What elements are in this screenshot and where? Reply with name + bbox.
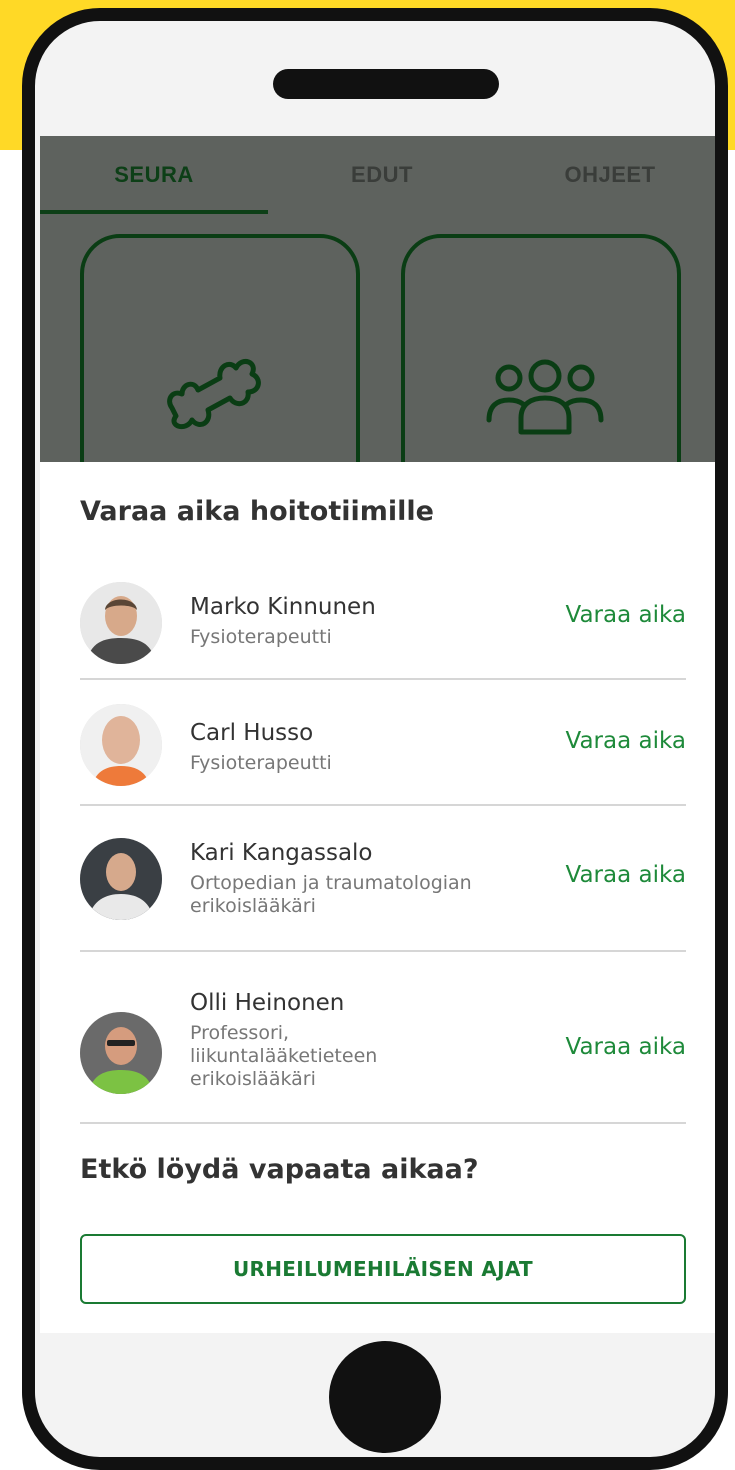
top-tabs: SEURA EDUT OHJEET (40, 136, 715, 214)
avatar (80, 704, 162, 786)
active-tab-indicator (40, 210, 268, 214)
tab-ohjeet[interactable]: OHJEET (496, 136, 715, 214)
person-row-marko: Marko Kinnunen Fysioterapeutti Varaa aik… (80, 572, 686, 672)
avatar (80, 838, 162, 920)
phone-frame: SEURA EDUT OHJEET Varaa aika hoitotiimil… (22, 8, 728, 1470)
row-divider (80, 950, 686, 952)
person-row-carl: Carl Husso Fysioterapeutti Varaa aika (80, 700, 686, 800)
person-row-kari: Kari Kangassalo Ortopedian ja traumatolo… (80, 834, 686, 944)
avatar (80, 1012, 162, 1094)
bone-icon (167, 358, 261, 430)
book-appointment-link[interactable]: Varaa aika (566, 862, 687, 888)
tab-seura[interactable]: SEURA (40, 136, 268, 214)
phone-home-button (329, 1341, 441, 1453)
person-role: Professori, liikuntalääketieteen erikois… (190, 1022, 378, 1090)
book-appointment-link[interactable]: Varaa aika (566, 728, 687, 754)
row-divider (80, 804, 686, 806)
no-time-heading: Etkö löydä vapaata aikaa? (80, 1154, 479, 1185)
person-role: Fysioterapeutti (190, 752, 332, 774)
person-role: Fysioterapeutti (190, 626, 332, 648)
book-appointment-link[interactable]: Varaa aika (566, 1034, 687, 1060)
sheet-title: Varaa aika hoitotiimille (80, 496, 434, 527)
avatar (80, 582, 162, 664)
person-role: Ortopedian ja traumatologian erikoislääk… (190, 872, 472, 917)
person-name: Carl Husso (190, 720, 314, 746)
team-icon (486, 359, 604, 435)
app-screen: SEURA EDUT OHJEET Varaa aika hoitotiimil… (40, 136, 715, 1333)
person-name: Kari Kangassalo (190, 840, 373, 866)
book-appointment-link[interactable]: Varaa aika (566, 602, 687, 628)
tab-edut[interactable]: EDUT (268, 136, 496, 214)
person-row-olli: Olli Heinonen Professori, liikuntalääket… (80, 990, 687, 1122)
dimmed-background[interactable]: SEURA EDUT OHJEET (40, 136, 715, 534)
booking-bottom-sheet: Varaa aika hoitotiimille Marko Kinnunen … (40, 462, 715, 1333)
person-name: Olli Heinonen (190, 990, 345, 1016)
row-divider (80, 1122, 686, 1124)
urheilumehilainen-times-button[interactable]: URHEILUMEHILÄISEN AJAT (80, 1234, 686, 1304)
phone-speaker (273, 69, 499, 99)
row-divider (80, 678, 686, 680)
person-name: Marko Kinnunen (190, 594, 376, 620)
